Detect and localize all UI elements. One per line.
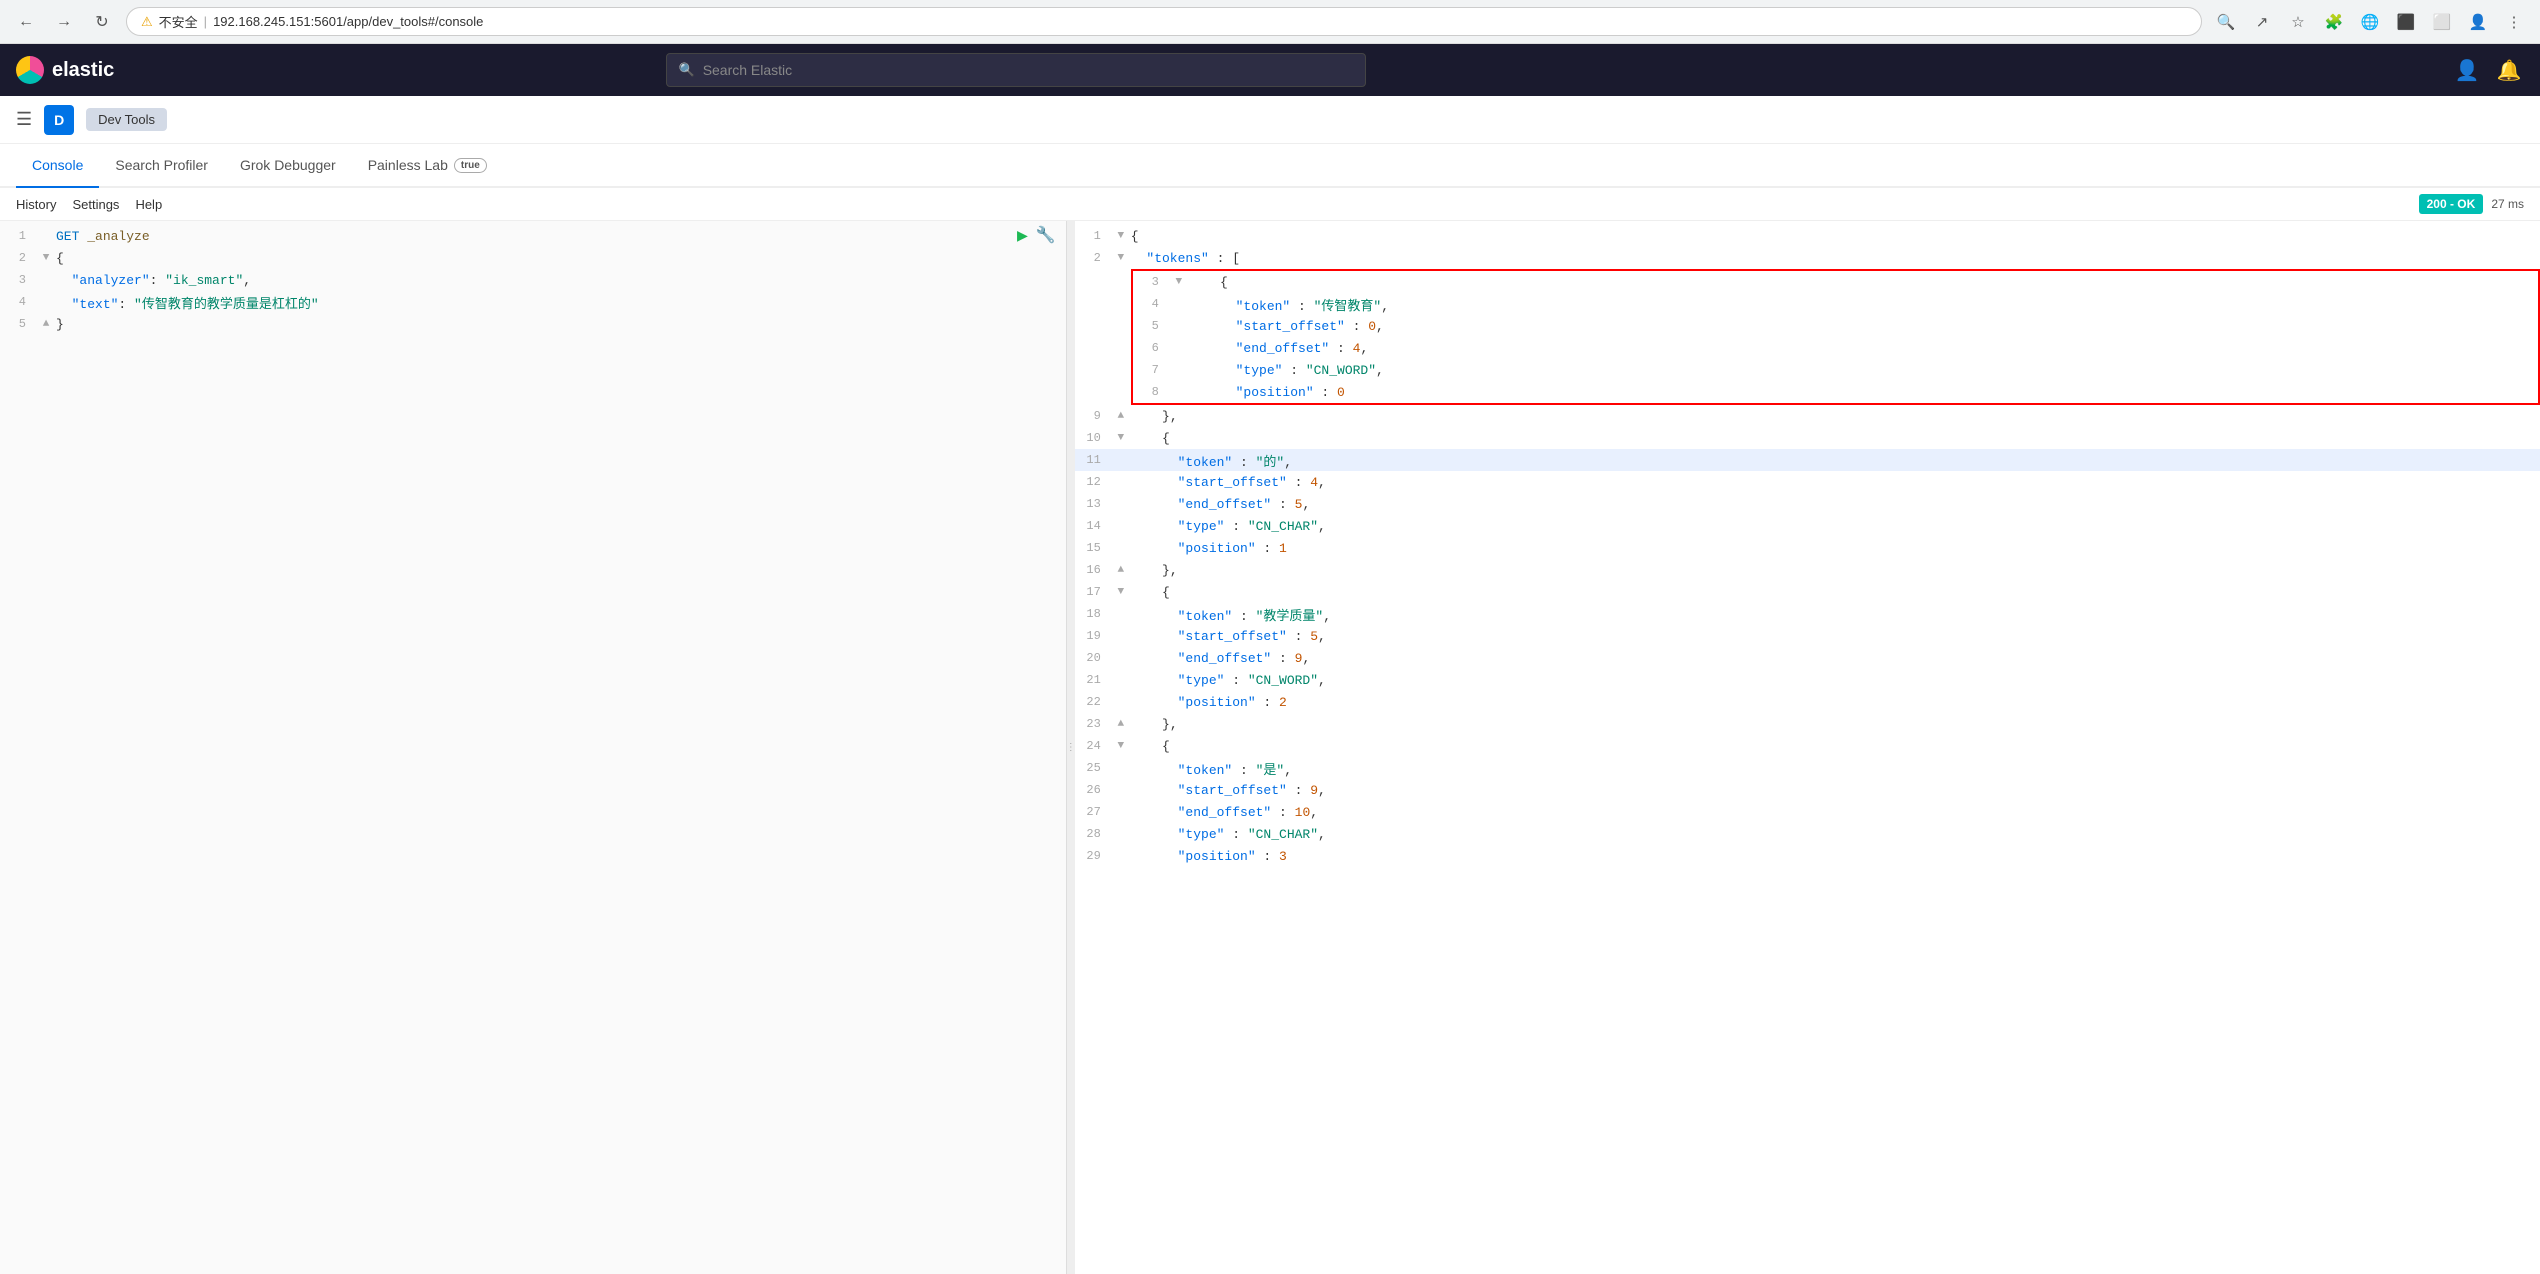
security-icon: ⚠ [141,14,153,30]
code-line: 27 "end_offset" : 10, [1075,801,2540,823]
tabs-bar: Console Search Profiler Grok Debugger Pa… [0,144,2540,188]
code-line: 6 "end_offset" : 4, [1133,337,2538,359]
logo-icon [16,56,44,84]
code-line: 2 ▼ { [0,247,1066,269]
code-line: 5 ▲ } [0,313,1066,335]
menu-button[interactable]: ⋮ [2500,8,2528,36]
run-button[interactable]: ▶ [1017,225,1028,247]
panel-divider[interactable]: ⋮ [1067,221,1075,1274]
share-button[interactable]: ↗ [2248,8,2276,36]
settings-button[interactable]: Settings [72,197,119,212]
left-editor-panel: ▶ 🔧 1 GET _analyze 2 ▼ { 3 [0,221,1067,1274]
code-line: 25 "token" : "是", [1075,757,2540,779]
code-line: 15 "position" : 1 [1075,537,2540,559]
split-screen-button[interactable]: ⬜ [2428,8,2456,36]
profile-button[interactable]: 👤 [2464,8,2492,36]
code-line: 13 "end_offset" : 5, [1075,493,2540,515]
header-right-icons: 👤 🔔 [2452,55,2524,85]
url-text: 192.168.245.151:5601/app/dev_tools#/cons… [213,14,483,29]
elastic-logo[interactable]: elastic [16,56,114,84]
forward-button[interactable]: → [50,8,78,36]
translate-button[interactable]: 🌐 [2356,8,2384,36]
code-line: 3 ▼ { [1133,271,2538,293]
address-bar[interactable]: ⚠ 不安全 | 192.168.245.151:5601/app/dev_too… [126,7,2202,36]
tab-search-profiler[interactable]: Search Profiler [99,144,224,188]
code-line: 12 "start_offset" : 4, [1075,471,2540,493]
code-line: 19 "start_offset" : 5, [1075,625,2540,647]
status-badge: 200 - OK [2419,194,2484,214]
code-line: 24 ▼ { [1075,735,2540,757]
code-line: 20 "end_offset" : 9, [1075,647,2540,669]
code-line: 3 "analyzer": "ik_smart", [0,269,1066,291]
response-editor: 1 ▼ { 2 ▼ "tokens" : [ 3 ▼ { [1075,221,2540,1274]
request-editor[interactable]: ▶ 🔧 1 GET _analyze 2 ▼ { 3 [0,221,1066,1274]
tools-button[interactable]: 🔧 [1036,225,1056,247]
code-line: 9 ▲ }, [1075,405,2540,427]
secondary-toolbar: History Settings Help 200 - OK 27 ms [0,188,2540,221]
highlighted-block: 3 ▼ { 4 "token" : "传智教育", 5 [1131,269,2540,405]
code-line: 17 ▼ { [1075,581,2540,603]
notifications-icon[interactable]: 🔔 [2494,55,2524,85]
security-warning: 不安全 [159,12,198,31]
code-line: 1 GET _analyze [0,225,1066,247]
help-button[interactable]: Help [135,197,162,212]
status-time: 27 ms [2491,197,2524,211]
global-search-bar[interactable]: 🔍 Search Elastic [666,53,1366,87]
tab-painless-lab[interactable]: Painless Lab true [352,144,503,188]
user-avatar-icon[interactable]: 👤 [2452,55,2482,85]
code-line: 21 "type" : "CN_WORD", [1075,669,2540,691]
response-panel[interactable]: 1 ▼ { 2 ▼ "tokens" : [ 3 ▼ { [1075,221,2540,1274]
code-line: 16 ▲ }, [1075,559,2540,581]
status-area: 200 - OK 27 ms [2419,194,2524,214]
extensions-button[interactable]: ⬛ [2392,8,2420,36]
tab-grok-debugger[interactable]: Grok Debugger [224,144,352,188]
tab-console[interactable]: Console [16,144,99,188]
app-name-badge: Dev Tools [86,108,167,131]
code-line: 22 "position" : 2 [1075,691,2540,713]
user-letter-badge: D [44,105,74,135]
logo-text: elastic [52,59,114,82]
code-line: 8 "position" : 0 [1133,381,2538,403]
action-buttons: ▶ 🔧 [1017,225,1056,247]
code-line: 11 "token" : "的", [1075,449,2540,471]
code-line: 28 "type" : "CN_CHAR", [1075,823,2540,845]
elastic-header: elastic 🔍 Search Elastic 👤 🔔 [0,44,2540,96]
code-line: 7 "type" : "CN_WORD", [1133,359,2538,381]
code-line: 5 "start_offset" : 0, [1133,315,2538,337]
history-button[interactable]: History [16,197,56,212]
code-line: 10 ▼ { [1075,427,2540,449]
editor-panels: ▶ 🔧 1 GET _analyze 2 ▼ { 3 [0,221,2540,1274]
hamburger-menu[interactable]: ☰ [16,109,32,130]
browser-chrome: ← → ↻ ⚠ 不安全 | 192.168.245.151:5601/app/d… [0,0,2540,44]
reload-button[interactable]: ↻ [88,8,116,36]
code-line: 1 ▼ { [1075,225,2540,247]
browser-toolbar-icons: 🔍 ↗ ☆ 🧩 🌐 ⬛ ⬜ 👤 ⋮ [2212,8,2528,36]
search-icon: 🔍 [679,62,695,78]
code-line: 14 "type" : "CN_CHAR", [1075,515,2540,537]
search-placeholder: Search Elastic [703,62,792,78]
beta-badge: true [454,158,487,173]
bookmark-button[interactable]: ☆ [2284,8,2312,36]
code-line: 4 "text": "传智教育的教学质量是杠杠的" [0,291,1066,313]
code-line: 29 "position" : 3 [1075,845,2540,867]
app-toolbar: ☰ D Dev Tools [0,96,2540,144]
code-line: 23 ▲ }, [1075,713,2540,735]
back-button[interactable]: ← [12,8,40,36]
code-line: 4 "token" : "传智教育", [1133,293,2538,315]
code-line: 26 "start_offset" : 9, [1075,779,2540,801]
zoom-button[interactable]: 🔍 [2212,8,2240,36]
devtools-area: History Settings Help 200 - OK 27 ms ▶ 🔧… [0,188,2540,1274]
code-line: 18 "token" : "教学质量", [1075,603,2540,625]
extension-button[interactable]: 🧩 [2320,8,2348,36]
code-line: 2 ▼ "tokens" : [ [1075,247,2540,269]
